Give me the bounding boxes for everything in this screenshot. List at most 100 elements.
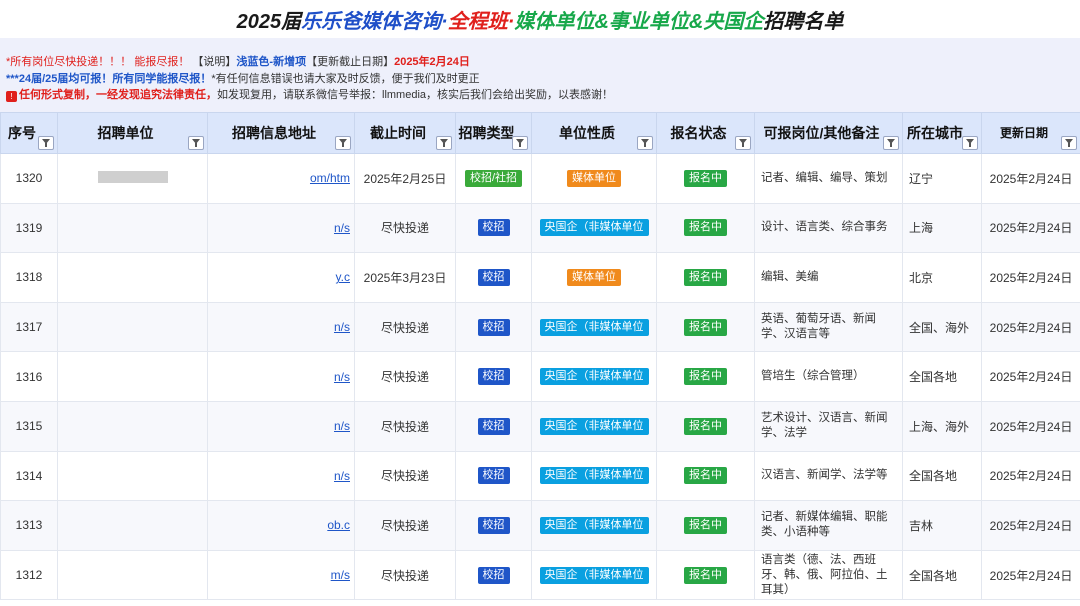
cell-id: 1318 (0, 252, 58, 303)
header-col-city: 所在城市 (902, 112, 982, 154)
header-col-nature: 单位性质 (531, 112, 657, 154)
cell-url: n/s (207, 202, 355, 254)
cell-updated: 2025年2月24日 (981, 252, 1080, 303)
status-badge: 报名中 (684, 368, 727, 386)
filter-icon[interactable] (188, 136, 204, 150)
cell-employer-redacted (57, 351, 208, 402)
type-badge: 校招 (477, 318, 510, 336)
job-link[interactable]: om/htm (310, 171, 350, 185)
job-link[interactable]: ob.c (327, 518, 350, 532)
cell-status: 报名中 (656, 301, 755, 353)
cell-id: 1319 (0, 202, 58, 254)
note-explain: 【说明】 (192, 56, 237, 68)
cell-status: 报名中 (656, 202, 755, 254)
cell-remark: 管培生（综合管理） (754, 351, 903, 402)
filter-icon[interactable] (512, 136, 528, 150)
cell-id: 1315 (0, 400, 58, 452)
type-badge: 校招 (477, 566, 510, 584)
table-row: 1316 n/s 尽快投递 校招 央国企（非媒体单位 报名中 管培生（综合管理） 全国各地 20… (0, 351, 1080, 402)
nature-badge: 央国企（非媒体单位 (539, 467, 649, 485)
job-link[interactable]: n/s (334, 221, 350, 235)
job-link[interactable]: n/s (334, 419, 350, 433)
cell-nature: 央国企（非媒体单位 (531, 500, 657, 551)
note-update-label: 【更新截止日期】 (306, 56, 395, 68)
cell-remark: 英语、葡萄牙语、新闻学、汉语言等 (754, 301, 903, 353)
header-label: 序号 (8, 124, 36, 141)
cell-status: 报名中 (656, 351, 755, 402)
cell-type: 校招 (455, 549, 532, 601)
header-label: 所在城市 (907, 124, 963, 141)
cell-remark: 语言类（德、法、西班牙、韩、俄、阿拉伯、土耳其） (754, 549, 903, 601)
filter-icon[interactable] (962, 136, 978, 150)
cell-id: 1313 (0, 500, 58, 551)
recruitment-table-wrapper[interactable]: 序号 招聘单位 招聘信息地址 截止时间 招聘类型 单位性质 报名状态 可报岗位/其他备注 所在城… (0, 112, 1080, 606)
cell-type: 校招 (455, 202, 532, 254)
header-label: 单位性质 (559, 124, 615, 141)
cell-city: 吉林 (902, 500, 982, 551)
cell-deadline: 尽快投递 (354, 549, 456, 601)
type-badge: 校招 (477, 268, 510, 286)
cell-status: 报名中 (656, 153, 755, 204)
filter-icon[interactable] (1061, 136, 1077, 150)
cell-remark: 记者、新媒体编辑、职能类、小语种等 (754, 500, 903, 551)
cell-updated: 2025年2月24日 (981, 549, 1080, 601)
cell-deadline: 尽快投递 (354, 500, 456, 551)
job-link[interactable]: n/s (334, 469, 350, 483)
page-title: 2025届 乐乐爸媒体咨询· 全程班· 媒体单位&事业单位&央国企 招聘名单 (0, 0, 1080, 38)
cell-status: 报名中 (656, 450, 755, 502)
cell-employer-redacted (57, 202, 208, 254)
nature-badge: 央国企（非媒体单位 (539, 219, 649, 237)
job-link[interactable]: m/s (331, 568, 350, 582)
job-link[interactable]: y.c (336, 270, 350, 284)
cell-type: 校招 (455, 252, 532, 303)
table-row: 1312 m/s 尽快投递 校招 央国企（非媒体单位 报名中 语言类（德、法、西班牙、韩、俄… (0, 549, 1080, 601)
filter-icon[interactable] (637, 136, 653, 150)
filter-icon[interactable] (735, 136, 751, 150)
header-col-deadline: 截止时间 (354, 112, 456, 154)
cell-employer-redacted (57, 549, 208, 601)
header-col-updated: 更新日期 (981, 112, 1080, 154)
nature-badge: 央国企（非媒体单位 (539, 566, 649, 584)
cell-nature: 央国企（非媒体单位 (531, 351, 657, 402)
header-label: 更新日期 (999, 126, 1048, 140)
table-row: 1314 n/s 尽快投递 校招 央国企（非媒体单位 报名中 汉语言、新闻学、法学等 全国各地… (0, 450, 1080, 502)
cell-url: n/s (207, 351, 355, 402)
job-link[interactable]: n/s (334, 370, 350, 384)
table-row: 1318 y.c 2025年3月23日 校招 媒体单位 报名中 编辑、美编 北京 2025年2月… (0, 252, 1080, 303)
cell-city: 全国、海外 (902, 301, 982, 353)
cell-city: 上海 (902, 202, 982, 254)
cell-id: 1317 (0, 301, 58, 353)
header-label: 可报岗位/其他备注 (763, 124, 880, 141)
note-update-date: 2025年2月24日 (394, 56, 470, 68)
filter-icon[interactable] (883, 136, 899, 150)
header-label: 招聘单位 (97, 124, 154, 141)
cell-url: ob.c (207, 500, 355, 551)
job-link[interactable]: n/s (334, 320, 350, 334)
status-badge: 报名中 (684, 467, 727, 485)
cell-city: 辽宁 (902, 153, 982, 204)
filter-icon[interactable] (436, 136, 452, 150)
nature-badge: 央国企（非媒体单位 (539, 368, 649, 386)
header-label: 招聘类型 (458, 124, 515, 141)
status-badge: 报名中 (684, 318, 727, 336)
nature-badge: 媒体单位 (567, 268, 621, 286)
cell-deadline: 2025年2月25日 (354, 153, 456, 204)
cell-nature: 央国企（非媒体单位 (531, 549, 657, 601)
header-col-status: 报名状态 (656, 112, 755, 154)
title-program: 全程班· (447, 10, 515, 33)
cell-url: om/htm (207, 153, 355, 204)
status-badge: 报名中 (684, 219, 727, 237)
nature-badge: 央国企（非媒体单位 (539, 318, 649, 336)
title-categories: 媒体单位&事业单位&央国企 (514, 10, 764, 33)
cell-nature: 媒体单位 (531, 252, 657, 303)
cell-city: 上海、海外 (902, 400, 982, 452)
filter-icon[interactable] (335, 136, 351, 150)
filter-icon[interactable] (38, 136, 54, 150)
nature-badge: 央国企（非媒体单位 (539, 417, 649, 435)
header-col-employer: 招聘单位 (57, 112, 208, 154)
cell-status: 报名中 (656, 400, 755, 452)
note-copyright: 任何形式复制，一经发现追究法律责任， (19, 89, 217, 101)
cell-url: n/s (207, 400, 355, 452)
type-badge: 校招 (477, 219, 510, 237)
nature-badge: 央国企（非媒体单位 (539, 516, 649, 534)
